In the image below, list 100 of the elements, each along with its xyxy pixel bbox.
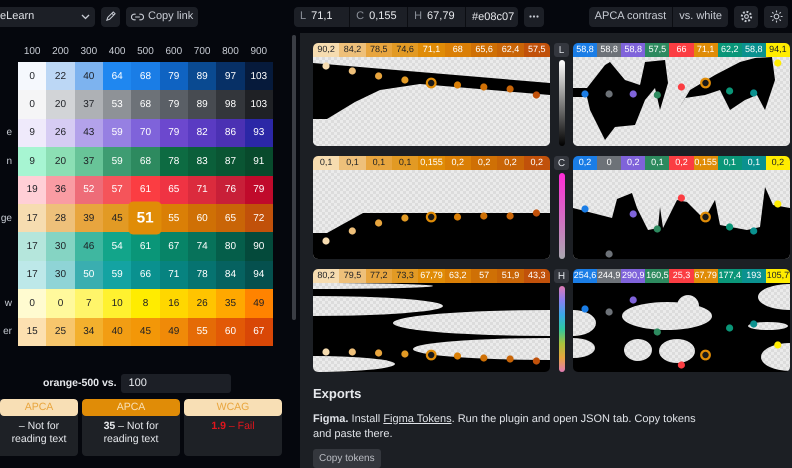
scrollbar-thumb[interactable]: [292, 35, 296, 320]
data-point[interactable]: [401, 76, 408, 84]
data-point[interactable]: [480, 83, 488, 91]
color-swatch[interactable]: 80: [216, 232, 245, 261]
data-point[interactable]: [532, 357, 540, 365]
settings-button[interactable]: [734, 6, 758, 28]
data-point[interactable]: [506, 355, 514, 363]
data-point[interactable]: [348, 348, 356, 356]
color-swatch[interactable]: 26: [188, 289, 216, 318]
color-swatch[interactable]: 26: [46, 118, 75, 148]
data-point[interactable]: [401, 350, 408, 358]
color-swatch[interactable]: 20: [46, 90, 75, 119]
comparison-field[interactable]: 100: [120, 374, 231, 393]
color-swatch[interactable]: 10: [102, 289, 132, 318]
color-swatch[interactable]: 67: [160, 232, 188, 261]
data-point[interactable]: [401, 214, 408, 222]
color-swatch[interactable]: 9: [18, 118, 46, 148]
color-swatch[interactable]: 61: [131, 232, 160, 261]
contrast-target-button[interactable]: vs. white: [673, 6, 728, 26]
data-point[interactable]: [426, 78, 437, 88]
color-swatch[interactable]: 61: [131, 176, 160, 204]
color-swatch[interactable]: 45: [131, 318, 160, 346]
color-swatch[interactable]: 76: [216, 176, 245, 204]
color-swatch[interactable]: 68: [131, 90, 160, 119]
color-swatch[interactable]: 46: [74, 232, 103, 261]
color-swatch[interactable]: 39: [74, 204, 103, 232]
color-swatch[interactable]: 68: [131, 147, 160, 176]
color-swatch[interactable]: 79: [160, 62, 188, 90]
color-value-field[interactable]: 67,79: [427, 8, 460, 25]
color-value-field[interactable]: 0,155: [369, 8, 402, 25]
data-point[interactable]: [654, 91, 661, 99]
color-swatch[interactable]: 65: [160, 176, 188, 204]
contrast-mode-button[interactable]: APCA contrast: [588, 6, 674, 26]
color-swatch[interactable]: 97: [216, 62, 245, 90]
color-swatch[interactable]: 16: [160, 289, 188, 318]
color-swatch[interactable]: 9: [18, 147, 46, 176]
color-swatch[interactable]: 17: [18, 260, 46, 290]
data-point[interactable]: [654, 225, 661, 233]
data-point[interactable]: [480, 354, 488, 362]
data-point[interactable]: [750, 89, 758, 97]
color-swatch[interactable]: 28: [46, 204, 75, 232]
data-point[interactable]: [375, 72, 382, 80]
color-swatch[interactable]: 79: [160, 90, 188, 119]
color-swatch[interactable]: 84: [216, 260, 245, 290]
color-swatch[interactable]: 79: [244, 176, 273, 204]
color-swatch[interactable]: 34: [74, 318, 103, 346]
data-point[interactable]: [426, 350, 437, 360]
color-swatch[interactable]: 91: [244, 147, 273, 176]
color-swatch[interactable]: 0: [46, 289, 75, 318]
data-point[interactable]: [322, 62, 330, 70]
data-point[interactable]: [322, 237, 330, 245]
data-point[interactable]: [654, 328, 661, 336]
data-point[interactable]: [700, 212, 711, 222]
data-point[interactable]: [480, 212, 488, 220]
edit-button[interactable]: [101, 6, 120, 26]
data-point[interactable]: [506, 212, 514, 220]
color-swatch[interactable]: 15: [18, 318, 46, 346]
data-point[interactable]: [581, 205, 589, 213]
color-swatch[interactable]: 0: [18, 62, 46, 90]
color-swatch[interactable]: 36: [46, 176, 75, 204]
color-swatch[interactable]: 74: [188, 232, 216, 261]
color-swatch[interactable]: 30: [46, 260, 75, 290]
hex-field[interactable]: #e08c07: [472, 6, 518, 26]
color-swatch[interactable]: 19: [18, 176, 46, 204]
copy-link-button[interactable]: Copy link: [126, 6, 198, 26]
data-point[interactable]: [581, 90, 589, 98]
color-swatch[interactable]: 17: [18, 204, 46, 232]
data-point[interactable]: [678, 194, 685, 202]
data-point[interactable]: [700, 78, 711, 88]
data-point[interactable]: [322, 348, 330, 356]
data-point[interactable]: [426, 212, 437, 222]
color-swatch[interactable]: 87: [216, 147, 245, 176]
color-swatch[interactable]: 82: [188, 118, 216, 148]
color-swatch[interactable]: 0: [18, 90, 46, 119]
color-swatch[interactable]: 64: [102, 62, 132, 90]
data-point[interactable]: [532, 91, 540, 99]
color-swatch[interactable]: 60: [216, 318, 245, 346]
color-swatch[interactable]: 60: [188, 204, 216, 232]
data-point[interactable]: [678, 361, 685, 369]
color-swatch[interactable]: 94: [244, 260, 273, 290]
color-swatch[interactable]: 17: [18, 232, 46, 261]
data-point[interactable]: [581, 305, 589, 313]
data-point[interactable]: [454, 213, 462, 221]
data-point[interactable]: [375, 349, 382, 357]
color-swatch[interactable]: 30: [46, 232, 75, 261]
color-value-field[interactable]: 71,1: [311, 8, 344, 25]
color-swatch[interactable]: 90: [244, 232, 273, 261]
color-swatch[interactable]: 79: [160, 118, 188, 148]
color-swatch[interactable]: 7: [74, 289, 103, 318]
data-point[interactable]: [348, 227, 356, 235]
color-swatch[interactable]: 35: [216, 289, 245, 318]
color-swatch[interactable]: 66: [131, 260, 160, 290]
color-swatch[interactable]: 72: [244, 204, 273, 232]
color-swatch[interactable]: 67: [244, 318, 273, 346]
color-swatch[interactable]: 8: [131, 289, 160, 318]
data-point[interactable]: [750, 227, 758, 235]
color-swatch[interactable]: 78: [188, 260, 216, 290]
data-point[interactable]: [375, 219, 382, 227]
color-swatch[interactable]: 20: [46, 147, 75, 176]
color-swatch[interactable]: 40: [102, 318, 132, 346]
